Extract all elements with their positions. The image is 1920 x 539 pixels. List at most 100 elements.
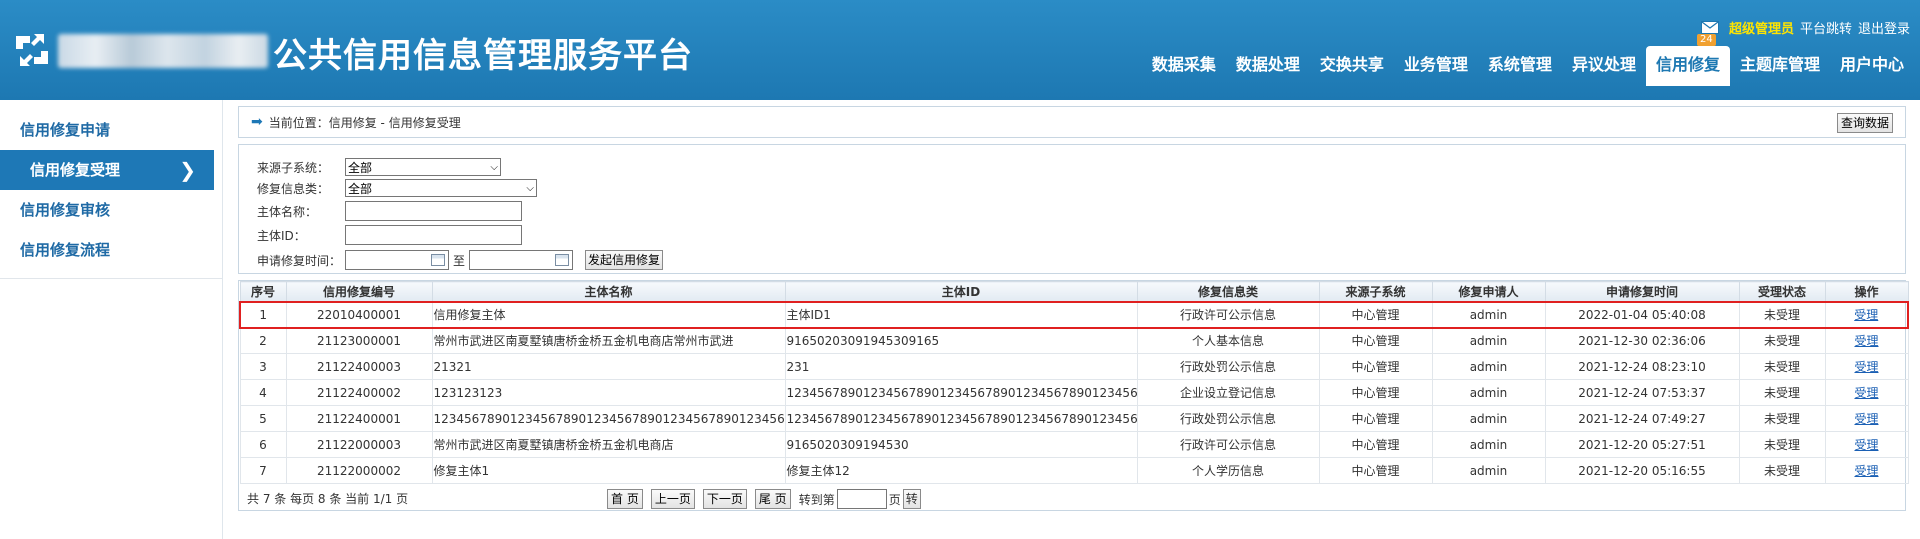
cell-repair-no: 21122000002 (285, 457, 433, 484)
query-data-button[interactable]: 查询数据 (1836, 113, 1893, 133)
nav-business-management[interactable]: 业务管理 (1394, 46, 1478, 86)
cell-repair-no: 21122400001 (285, 405, 433, 432)
sidebar-item-label: 信用修复流程 (20, 241, 111, 259)
nav-theme-library[interactable]: 主题库管理 (1730, 46, 1830, 86)
next-page-button[interactable]: 下一页 (702, 489, 747, 509)
logo-icon (16, 34, 48, 66)
source-system-select[interactable]: 全部 ⌵ (345, 158, 501, 176)
chevron-down-icon: ⌵ (490, 161, 498, 173)
prev-page-button[interactable]: 上一页 (650, 489, 695, 509)
sidebar-item-repair-review[interactable]: 信用修复审核 (0, 190, 222, 230)
apply-time-label: 申请修复时间： (257, 253, 342, 268)
cell-source: 中心管理 (1318, 431, 1433, 458)
nav-data-processing[interactable]: 数据处理 (1226, 46, 1310, 86)
start-repair-button[interactable]: 发起信用修复 (585, 250, 664, 270)
col-header: 操作 (1824, 281, 1909, 302)
table-row[interactable]: 6 21122000003 常州市武进区南夏墅镇唐桥金桥五金机电商店 91650… (239, 431, 1909, 458)
cell-subject-name: 1234567890123456789012345678901234567890… (431, 405, 786, 432)
cell-subject-name: 常州市武进区南夏墅镇唐桥金桥五金机电商店 (431, 431, 786, 458)
cell-applicant: admin (1431, 353, 1546, 380)
col-header: 修复信息类 (1136, 281, 1320, 302)
sidebar-item-repair-flow[interactable]: 信用修复流程 (0, 230, 222, 270)
user-bar: 24 超级管理员 平台跳转 退出登录 (1696, 18, 1910, 46)
calendar-icon[interactable] (431, 254, 445, 266)
accept-link[interactable]: 受理 (1854, 360, 1878, 374)
accept-link[interactable]: 受理 (1854, 334, 1878, 348)
sidebar: 信用修复申请 信用修复受理 ❯ 信用修复审核 信用修复流程 (0, 100, 223, 539)
nav-data-collection[interactable]: 数据采集 (1142, 46, 1226, 86)
cell-subject-name: 123123123 (431, 379, 786, 406)
accept-link[interactable]: 受理 (1854, 386, 1878, 400)
breadcrumb-text: 当前位置：信用修复 - 信用修复受理 (268, 115, 461, 130)
breadcrumb: ➡ 当前位置：信用修复 - 信用修复受理 查询数据 (238, 106, 1906, 138)
cell-status: 未受理 (1738, 457, 1826, 484)
col-header: 主体ID (784, 281, 1138, 302)
accept-link[interactable]: 受理 (1854, 464, 1878, 478)
cell-index: 2 (239, 327, 287, 354)
subject-id-input[interactable] (345, 225, 522, 245)
accept-link[interactable]: 受理 (1854, 438, 1878, 452)
page-jump-input[interactable] (836, 489, 887, 509)
sidebar-item-label: 信用修复申请 (20, 121, 111, 139)
cell-source: 中心管理 (1318, 405, 1433, 432)
table-row[interactable]: 7 21122000002 修复主体1 修复主体12 个人学历信息 中心管理 a… (239, 457, 1909, 484)
cell-status: 未受理 (1738, 353, 1826, 380)
main-nav: 数据采集 数据处理 交换共享 业务管理 系统管理 异议处理 信用修复 主题库管理… (1142, 46, 1914, 86)
mail-icon[interactable]: 24 (1696, 20, 1719, 46)
main-content: ➡ 当前位置：信用修复 - 信用修复受理 查询数据 来源子系统： 全部 ⌵ 修复… (238, 106, 1909, 511)
accept-link[interactable]: 受理 (1854, 412, 1878, 426)
cell-source: 中心管理 (1318, 327, 1433, 354)
nav-exchange-share[interactable]: 交换共享 (1310, 46, 1394, 86)
chevron-down-icon: ⌵ (526, 182, 534, 194)
cell-subject-name: 常州市武进区南夏墅镇唐桥金桥五金机电商店常州市武进 (431, 327, 786, 354)
sidebar-item-repair-accept[interactable]: 信用修复受理 ❯ (0, 150, 214, 190)
subject-name-input[interactable] (345, 201, 522, 221)
table-row[interactable]: 4 21122400002 123123123 1234567890123456… (239, 379, 1909, 406)
cell-status: 未受理 (1738, 300, 1826, 329)
cell-index: 7 (239, 457, 287, 484)
nav-system-management[interactable]: 系统管理 (1478, 46, 1562, 86)
subject-id-label: 主体ID： (257, 228, 306, 243)
col-header: 来源子系统 (1318, 281, 1433, 302)
cell-apply-time: 2021-12-20 05:27:51 (1544, 431, 1740, 458)
nav-credit-repair[interactable]: 信用修复 (1645, 46, 1730, 86)
calendar-icon[interactable] (555, 254, 570, 266)
table-row[interactable]: 1 22010400001 信用修复主体 主体ID1 行政许可公示信息 中心管理… (239, 300, 1909, 329)
col-header: 申请修复时间 (1544, 281, 1740, 302)
page-suffix: 页 (888, 492, 901, 507)
repair-type-value: 全部 (348, 181, 373, 196)
cell-index: 3 (239, 353, 287, 380)
end-date-input[interactable] (469, 250, 574, 270)
user-role-link[interactable]: 超级管理员 (1729, 18, 1794, 37)
table-row[interactable]: 5 21122400001 12345678901234567890123456… (239, 405, 1909, 432)
cell-repair-type: 行政许可公示信息 (1136, 300, 1320, 329)
cell-subject-id: 1234567890123456789012345678901234567890… (784, 379, 1138, 406)
cell-status: 未受理 (1738, 431, 1826, 458)
cell-apply-time: 2021-12-24 07:49:27 (1544, 405, 1740, 432)
cell-repair-no: 21122400003 (285, 353, 433, 380)
platform-switch-link[interactable]: 平台跳转 (1800, 18, 1852, 37)
table-row[interactable]: 3 21122400003 21321 231 行政处罚公示信息 中心管理 ad… (239, 353, 1909, 380)
arrow-right-icon: ➡ (251, 114, 263, 130)
cell-subject-id: 主体ID1 (784, 300, 1138, 329)
cell-applicant: admin (1431, 405, 1546, 432)
accept-link[interactable]: 受理 (1854, 308, 1878, 322)
date-range-to-label: 至 (453, 253, 466, 268)
table-row[interactable]: 2 21123000001 常州市武进区南夏墅镇唐桥金桥五金机电商店常州市武进 … (239, 327, 1909, 354)
pagination: 共 7 条 每页 8 条 当前 1/1 页 首 页 上一页 下一页 尾 页 转到… (239, 484, 1905, 510)
col-header: 序号 (239, 281, 287, 302)
repair-type-select[interactable]: 全部 ⌵ (345, 179, 537, 197)
cell-source: 中心管理 (1318, 353, 1433, 380)
logout-link[interactable]: 退出登录 (1858, 18, 1910, 37)
go-button[interactable]: 转 (902, 489, 921, 509)
start-date-input[interactable] (345, 250, 449, 270)
cell-repair-no: 21122400002 (285, 379, 433, 406)
nav-objection-handling[interactable]: 异议处理 (1562, 46, 1646, 86)
source-system-label: 来源子系统： (257, 160, 330, 175)
sidebar-item-repair-apply[interactable]: 信用修复申请 (0, 110, 222, 150)
first-page-button[interactable]: 首 页 (607, 489, 643, 509)
subject-name-label: 主体名称： (257, 204, 318, 219)
blurred-org-name (58, 34, 268, 68)
nav-user-center[interactable]: 用户中心 (1830, 46, 1914, 86)
last-page-button[interactable]: 尾 页 (754, 489, 791, 509)
